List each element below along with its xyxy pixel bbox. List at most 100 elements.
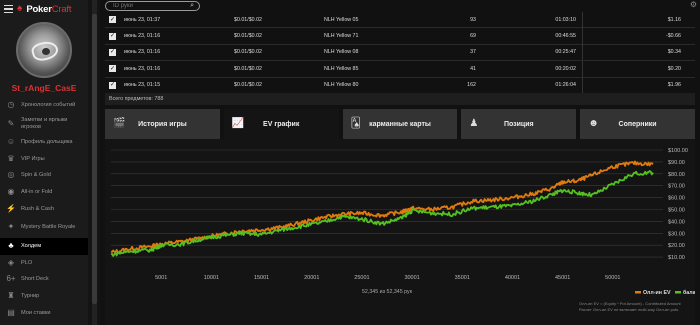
menu-icon[interactable]	[4, 5, 13, 13]
holdem-icon: ♣	[8, 240, 14, 250]
main-content: ⌕ ⚙ ✓ июнь 23, 01:37 $0.01/$0.02 NLH Yellow…	[100, 0, 700, 325]
search-icon[interactable]: ⌕	[190, 2, 194, 10]
x-axis-label: 52,345 из 52,345 рук	[362, 289, 413, 295]
position-icon: ♟	[469, 118, 479, 129]
search-box[interactable]: ⌕	[105, 1, 200, 11]
clock-icon: ◷	[7, 100, 15, 110]
cell-date: июнь 23, 01:15	[124, 82, 161, 89]
cell-win: $1.96	[667, 82, 681, 89]
table-row[interactable]: ✓ июнь 23, 01:16 $0.01/$0.02 NLH Yellow 71 6…	[105, 28, 695, 45]
sidebar-item-holdem[interactable]: ♣ Холдем	[0, 237, 88, 255]
spin-icon: ◎	[7, 170, 15, 180]
cell-date: июнь 23, 01:16	[124, 65, 161, 72]
tab-label: История игры	[138, 120, 187, 128]
search-input[interactable]	[113, 3, 183, 9]
tab-history[interactable]: 🎬 История игры	[105, 109, 220, 139]
row-checkbox[interactable]: ✓	[109, 81, 116, 89]
sidebar-item-bets[interactable]: ▤ Мои ставки	[0, 305, 88, 322]
tab-label: карманные карты	[369, 120, 431, 128]
sidebar-item-mystery[interactable]: ✦ Mystery Battle Royale	[0, 218, 88, 238]
cell-win: -$0.66	[665, 33, 681, 40]
cell-stakes: $0.01/$0.02	[234, 82, 262, 89]
sidebar-item-label: Мои ставки	[21, 310, 51, 317]
sidebar-item-trophy[interactable]: ♜ Турнир	[0, 288, 88, 305]
y-tick-label: $50.00	[668, 208, 685, 214]
row-checkbox[interactable]: ✓	[109, 32, 116, 40]
avatar[interactable]	[16, 22, 72, 78]
table-row[interactable]: ✓ июнь 23, 01:37 $0.01/$0.02 NLH Yellow 05 9…	[105, 11, 695, 29]
y-tick-label: $20.00	[668, 243, 685, 249]
x-tick-label: 25001	[354, 275, 369, 281]
cell-date: июнь 23, 01:16	[124, 33, 161, 40]
tab-opponents[interactable]: ☻ Соперники	[580, 109, 695, 139]
series-line-allin-ev	[110, 160, 654, 254]
tab-label: EV график	[263, 120, 300, 128]
cell-win: $0.34	[667, 49, 681, 56]
sidebar-item-label: Турнир	[21, 293, 40, 300]
sessions-table: ✓ июнь 23, 01:37 $0.01/$0.02 NLH Yellow 05 9…	[105, 11, 695, 94]
y-tick-label: $70.00	[668, 184, 685, 190]
sidebar-item-clock[interactable]: ◷ Хронология событий	[0, 97, 88, 114]
x-tick-label: 45001	[555, 275, 570, 281]
cell-hands: 41	[470, 65, 476, 72]
sidebar-item-shortdeck[interactable]: 6+ Short Deck	[0, 271, 88, 288]
legend-swatch	[635, 291, 641, 294]
sidebar-item-allin[interactable]: ◉ All-in or Fold	[0, 184, 88, 201]
plo-icon: ◈	[7, 257, 15, 267]
brand-logo: PokerCraft	[26, 3, 72, 15]
table-row[interactable]: ✓ июнь 23, 01:16 $0.01/$0.02 NLH Yellow 85 4…	[105, 60, 695, 78]
sidebar-item-notes[interactable]: ✎ Заметки и ярлыки игроков	[0, 114, 88, 134]
cell-win: $1.16	[667, 16, 681, 23]
cell-table: NLH Yellow 05	[324, 16, 359, 23]
tab-label: Соперники	[618, 120, 657, 128]
row-checkbox[interactable]: ✓	[109, 65, 116, 73]
tab-cards[interactable]: 🂡 карманные карты	[342, 109, 458, 139]
cell-table: NLH Yellow 80	[324, 82, 359, 89]
sidebar-item-label: VIP Игры	[21, 155, 45, 162]
sidebar-item-label: All-in or Fold	[21, 189, 53, 196]
sidebar-nav: ◷ Хронология событий ✎ Заметки и ярлыки игр…	[0, 97, 88, 325]
sidebar-item-label: Spin & Gold	[21, 172, 51, 179]
sidebar-item-plo[interactable]: ◈ PLO	[0, 255, 88, 272]
tab-label: Позиция	[503, 120, 534, 128]
row-checkbox[interactable]: ✓	[109, 48, 116, 56]
sidebar-item-label: Заметки и ярлыки игроков	[21, 117, 68, 130]
series-line-balance	[110, 170, 654, 257]
y-tick-label: $60.00	[668, 196, 685, 202]
vip-icon: ♛	[7, 153, 15, 163]
legend-label: Олл-ин EV	[643, 290, 671, 296]
y-tick-label: $90.00	[668, 160, 685, 166]
mystery-icon: ✦	[7, 222, 15, 232]
sidebar-item-label: Mystery Battle Royale	[21, 224, 76, 231]
sidebar-item-vip[interactable]: ♛ VIP Игры	[0, 151, 88, 168]
sidebar-item-spin[interactable]: ◎ Spin & Gold	[0, 167, 88, 184]
x-tick-label: 10001	[204, 275, 219, 281]
cell-date: июнь 23, 01:16	[124, 49, 161, 56]
sidebar-item-label: Хронология событий	[21, 102, 76, 109]
legend-swatch	[675, 291, 681, 294]
allin-icon: ◉	[7, 187, 15, 197]
x-tick-label: 20001	[304, 275, 319, 281]
username: St_rAngE_CasE	[11, 83, 77, 93]
table-row[interactable]: ✓ июнь 23, 01:15 $0.01/$0.02 NLH Yellow 80 1…	[105, 77, 695, 94]
rush-icon: ⚡	[6, 204, 16, 214]
ev-chart: $100.00 $90.00 $80.00 $70.00 $60.00 $50.00 $40…	[110, 148, 695, 312]
tab-position[interactable]: ♟ Позиция	[461, 109, 577, 139]
table-row[interactable]: ✓ июнь 23, 01:16 $0.01/$0.02 NLH Yellow 08 3…	[105, 44, 695, 62]
ev-chart-panel: $100.00 $90.00 $80.00 $70.00 $60.00 $50.00 $40…	[105, 139, 695, 325]
cell-stakes: $0.01/$0.02	[234, 16, 262, 23]
sidebar-item-label: Rush & Cash	[21, 206, 54, 213]
sidebar-item-rush[interactable]: ⚡ Rush & Cash	[0, 201, 88, 218]
x-tick-label: 40001	[505, 275, 520, 281]
row-checkbox[interactable]: ✓	[109, 16, 116, 24]
sidebar-scrollbar[interactable]	[92, 0, 97, 325]
notes-icon: ✎	[7, 118, 15, 128]
history-icon: 🎬	[113, 118, 126, 129]
tab-chart[interactable]: 📈 EV график	[223, 109, 339, 139]
cell-date: июнь 23, 01:37	[124, 16, 161, 23]
cell-stakes: $0.01/$0.02	[234, 65, 262, 72]
settings-icon[interactable]: ⚙	[690, 0, 697, 9]
sidebar-item-profile[interactable]: ☺ Профиль дольщика	[0, 134, 88, 151]
cell-table: NLH Yellow 85	[324, 65, 359, 72]
spade-logo-icon: ♠	[17, 3, 23, 14]
